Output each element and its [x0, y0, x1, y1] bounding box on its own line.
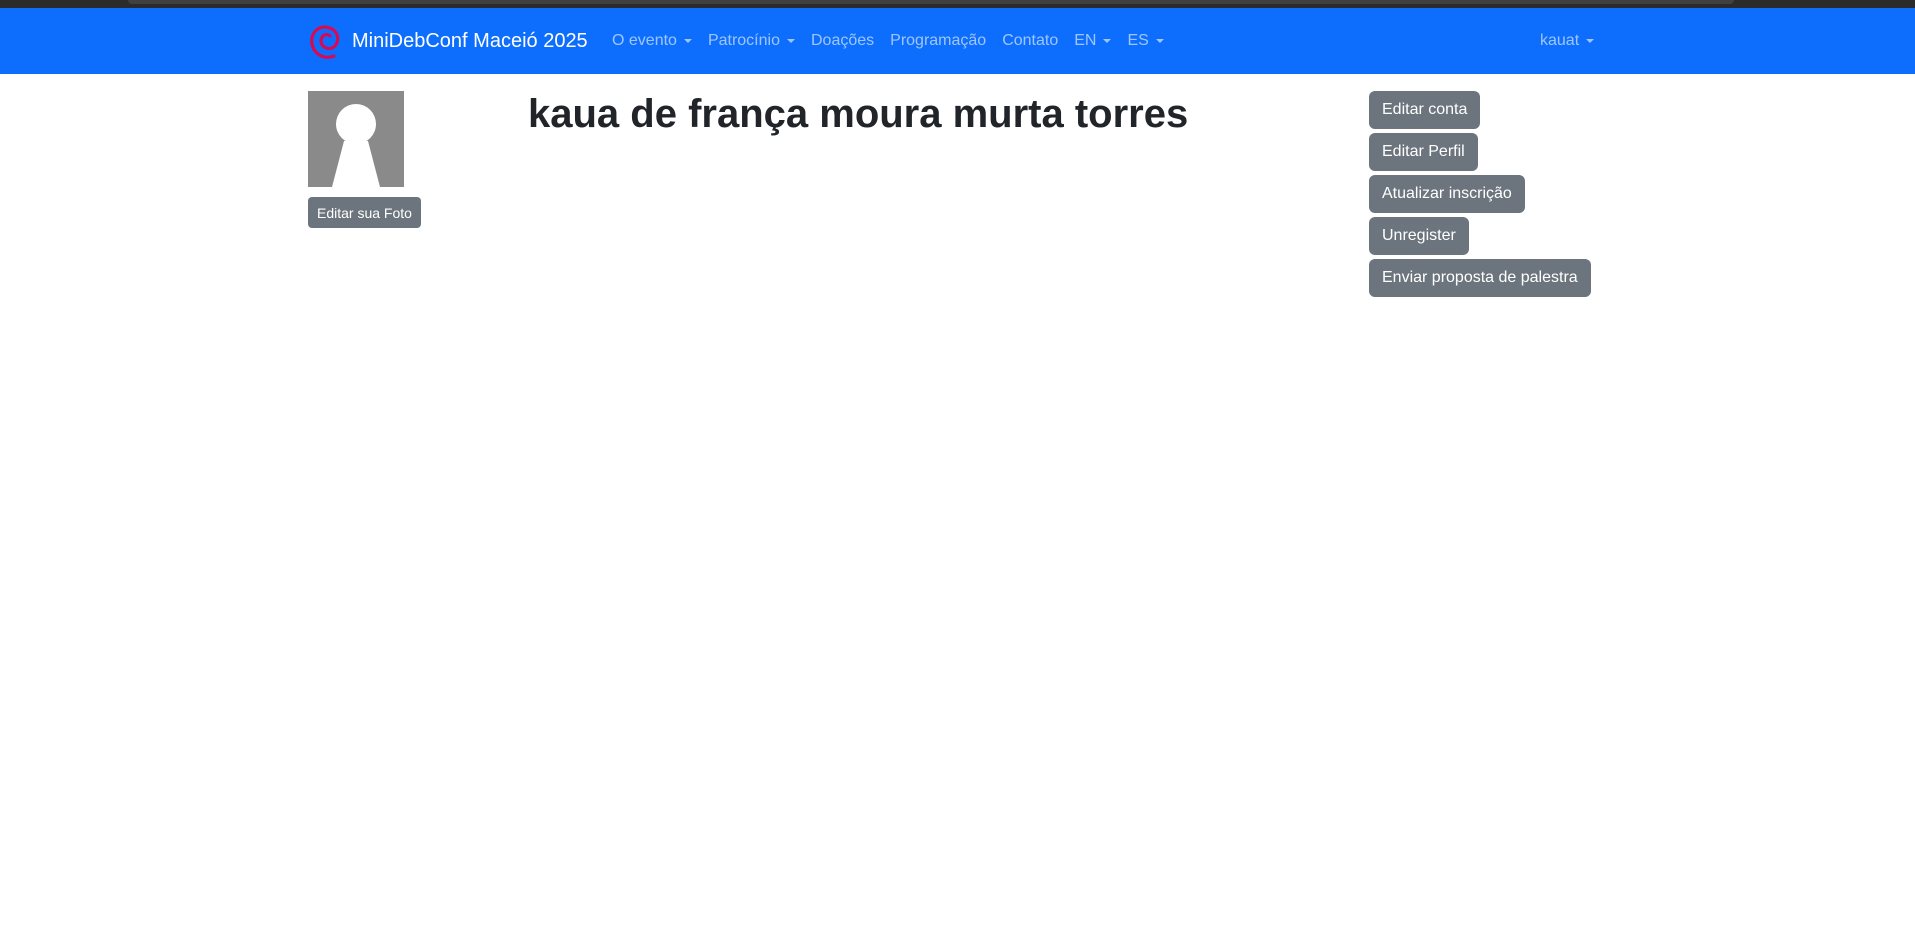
debian-swirl-icon	[310, 25, 340, 59]
update-registration-button[interactable]: Atualizar inscrição	[1369, 175, 1525, 213]
default-avatar-icon	[308, 91, 404, 187]
main-nav: O evento Patrocínio Doações Programação …	[604, 8, 1172, 74]
top-navbar: MiniDebConf Maceió 2025 O evento Patrocí…	[0, 8, 1915, 74]
profile-actions: Editar conta Editar Perfil Atualizar ins…	[1369, 91, 1591, 301]
nav-item-label: EN	[1074, 32, 1097, 49]
caret-down-icon	[683, 39, 692, 43]
edit-account-button[interactable]: Editar conta	[1369, 91, 1481, 129]
edit-profile-button[interactable]: Editar Perfil	[1369, 133, 1478, 171]
page-title: kaua de frança moura murta torres	[528, 92, 1189, 136]
user-menu[interactable]: kauat	[1532, 8, 1602, 74]
nav-item-programacao[interactable]: Programação	[882, 32, 994, 50]
caret-down-icon	[1586, 39, 1595, 43]
caret-down-icon	[1155, 39, 1164, 43]
nav-item-label: Patrocínio	[707, 32, 780, 49]
nav-item-contato[interactable]: Contato	[994, 32, 1066, 50]
nav-item-doacoes[interactable]: Doações	[803, 32, 882, 50]
nav-item-label: O evento	[612, 32, 677, 49]
nav-item-language-es[interactable]: ES	[1119, 32, 1171, 50]
browser-top-strip-inner	[128, 0, 1734, 4]
nav-item-language-en[interactable]: EN	[1066, 32, 1119, 50]
caret-down-icon	[1103, 39, 1112, 43]
brand-link[interactable]: MiniDebConf Maceió 2025	[308, 8, 588, 74]
nav-item-label: Contato	[1002, 32, 1059, 49]
nav-item-label: ES	[1127, 32, 1149, 49]
user-menu-label: kauat	[1540, 32, 1580, 49]
edit-photo-button[interactable]: Editar sua Foto	[308, 197, 421, 228]
nav-item-o-evento[interactable]: O evento	[604, 32, 700, 50]
avatar	[308, 91, 404, 187]
caret-down-icon	[786, 39, 795, 43]
browser-top-strip	[0, 0, 1915, 8]
brand-title: MiniDebConf Maceió 2025	[352, 29, 588, 52]
nav-item-label: Programação	[890, 32, 987, 49]
submit-talk-proposal-button[interactable]: Enviar proposta de palestra	[1369, 259, 1591, 297]
unregister-button[interactable]: Unregister	[1369, 217, 1469, 255]
nav-item-label: Doações	[810, 32, 875, 49]
nav-item-patrocinio[interactable]: Patrocínio	[700, 32, 803, 50]
